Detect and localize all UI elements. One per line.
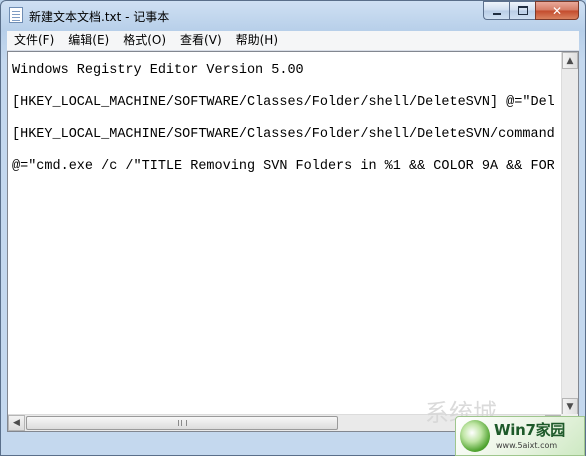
menu-help[interactable]: 帮助(H) <box>229 31 285 50</box>
vertical-scrollbar[interactable]: ▲ ▼ <box>561 52 578 415</box>
menu-edit[interactable]: 编辑(E) <box>61 31 116 50</box>
caption-buttons: ✕ <box>483 1 579 21</box>
notepad-window: 新建文本文档.txt - 记事本 ✕ 文件(F) 编辑(E) 格式(O) 查看(… <box>0 0 586 456</box>
minimize-button[interactable] <box>483 1 509 20</box>
menu-format[interactable]: 格式(O) <box>116 31 173 50</box>
close-icon: ✕ <box>551 3 563 18</box>
editor-line: @="cmd.exe /c /"TITLE Removing SVN Folde… <box>12 159 554 174</box>
menu-bar: 文件(F) 编辑(E) 格式(O) 查看(V) 帮助(H) <box>7 31 579 51</box>
menu-view[interactable]: 查看(V) <box>173 31 229 50</box>
notepad-icon[interactable] <box>9 7 23 23</box>
window-title: 新建文本文档.txt - 记事本 <box>29 10 170 24</box>
editor-line: [HKEY_LOCAL_MACHINE/SOFTWARE/Classes/Fol… <box>12 127 554 142</box>
grip-icon <box>177 420 187 426</box>
editor-line: Windows Registry Editor Version 5.00 <box>12 63 304 78</box>
watermark-url: www.5aixt.com <box>496 441 558 450</box>
minimize-icon <box>492 12 501 15</box>
horizontal-scroll-thumb[interactable] <box>26 416 338 430</box>
scroll-down-arrow-icon[interactable]: ▼ <box>562 398 578 415</box>
close-button[interactable]: ✕ <box>535 1 579 20</box>
text-editor[interactable]: Windows Registry Editor Version 5.00 [HKE… <box>7 51 579 432</box>
maximize-icon <box>517 6 528 15</box>
menu-file[interactable]: 文件(F) <box>7 31 61 50</box>
maximize-button[interactable] <box>509 1 535 20</box>
watermark-badge: Win7家园 www.5aixt.com <box>455 416 585 456</box>
editor-text[interactable]: Windows Registry Editor Version 5.00 [HKE… <box>12 55 554 413</box>
scroll-left-arrow-icon[interactable]: ◀ <box>8 415 25 431</box>
scroll-up-arrow-icon[interactable]: ▲ <box>562 52 578 69</box>
editor-line: [HKEY_LOCAL_MACHINE/SOFTWARE/Classes/Fol… <box>12 95 554 110</box>
title-bar[interactable]: 新建文本文档.txt - 记事本 ✕ <box>1 1 585 31</box>
house-logo-icon <box>460 420 490 452</box>
watermark-brand: Win7家园 <box>494 421 566 439</box>
